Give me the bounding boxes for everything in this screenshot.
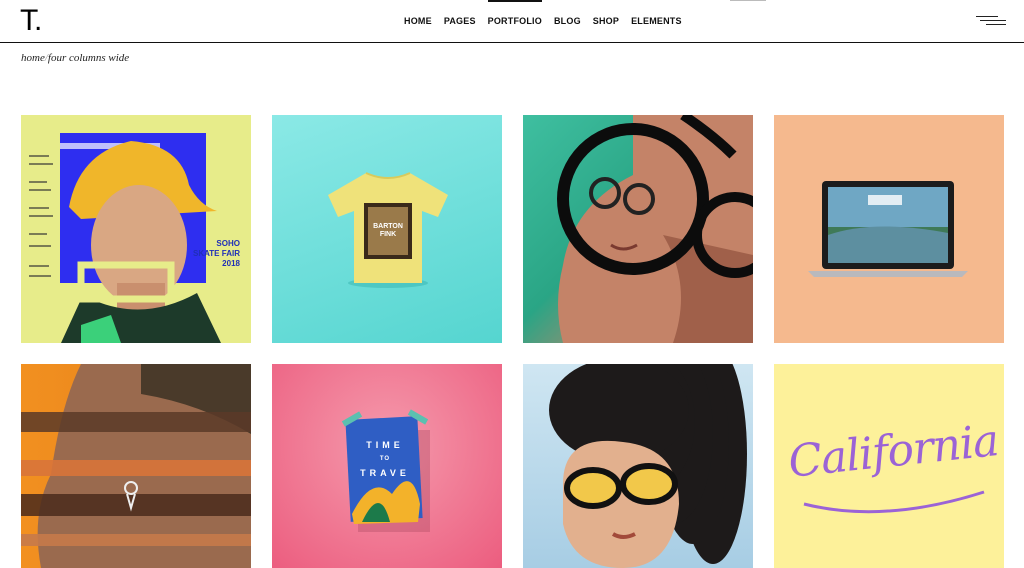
top-indicator xyxy=(730,0,766,1)
glitch-profile-image xyxy=(21,364,251,568)
poster-line-3: 2018 xyxy=(222,259,240,268)
site-logo[interactable]: T. xyxy=(20,6,42,36)
site-header: T. HOME PAGES PORTFOLIO BLOG SHOP ELEMEN… xyxy=(0,0,1024,43)
shirt-text-2: FINK xyxy=(379,231,397,238)
menu-icon[interactable] xyxy=(976,14,1006,28)
laptop-image xyxy=(808,181,968,277)
nav-pages[interactable]: PAGES xyxy=(438,0,482,42)
nav-portfolio[interactable]: PORTFOLIO xyxy=(482,0,548,42)
breadcrumb-home[interactable]: home xyxy=(21,52,45,64)
nav-shop[interactable]: SHOP xyxy=(587,0,625,42)
portfolio-item-glitch-profile[interactable] xyxy=(21,364,251,568)
main-nav: HOME PAGES PORTFOLIO BLOG SHOP ELEMENTS xyxy=(404,0,688,42)
poster-line-2: SKATE FAIR xyxy=(193,249,240,258)
nav-elements[interactable]: ELEMENTS xyxy=(625,0,688,42)
portfolio-item-travel-poster[interactable]: TIME TO TRAVE xyxy=(272,364,502,568)
sunglasses-portrait-image xyxy=(549,364,747,568)
nav-blog[interactable]: BLOG xyxy=(548,0,587,42)
fashion-poster-image xyxy=(29,133,221,343)
nav-home[interactable]: HOME xyxy=(404,0,438,42)
poster-word-1: TIME xyxy=(366,440,404,450)
portfolio-item-laptop-mockup[interactable] xyxy=(774,115,1004,343)
glasses-portrait-image xyxy=(557,115,753,343)
breadcrumb-current: four columns wide xyxy=(47,52,130,64)
portfolio-item-fashion-poster[interactable]: SOHO SKATE FAIR 2018 xyxy=(21,115,251,343)
poster-word-2: TO xyxy=(379,456,391,462)
poster-word-3: TRAVE xyxy=(360,468,410,478)
breadcrumb: home/four columns wide xyxy=(21,52,129,64)
portfolio-item-tshirt[interactable]: BARTON FINK xyxy=(272,115,502,343)
portfolio-item-sunglasses-portrait[interactable] xyxy=(523,364,753,568)
portfolio-item-glasses-portrait[interactable] xyxy=(523,115,753,343)
poster-line-1: SOHO xyxy=(216,239,240,248)
lettering-swash-icon xyxy=(803,490,985,514)
portfolio-item-california-lettering[interactable]: California xyxy=(774,364,1004,568)
shirt-text-1: BARTON xyxy=(373,223,403,230)
